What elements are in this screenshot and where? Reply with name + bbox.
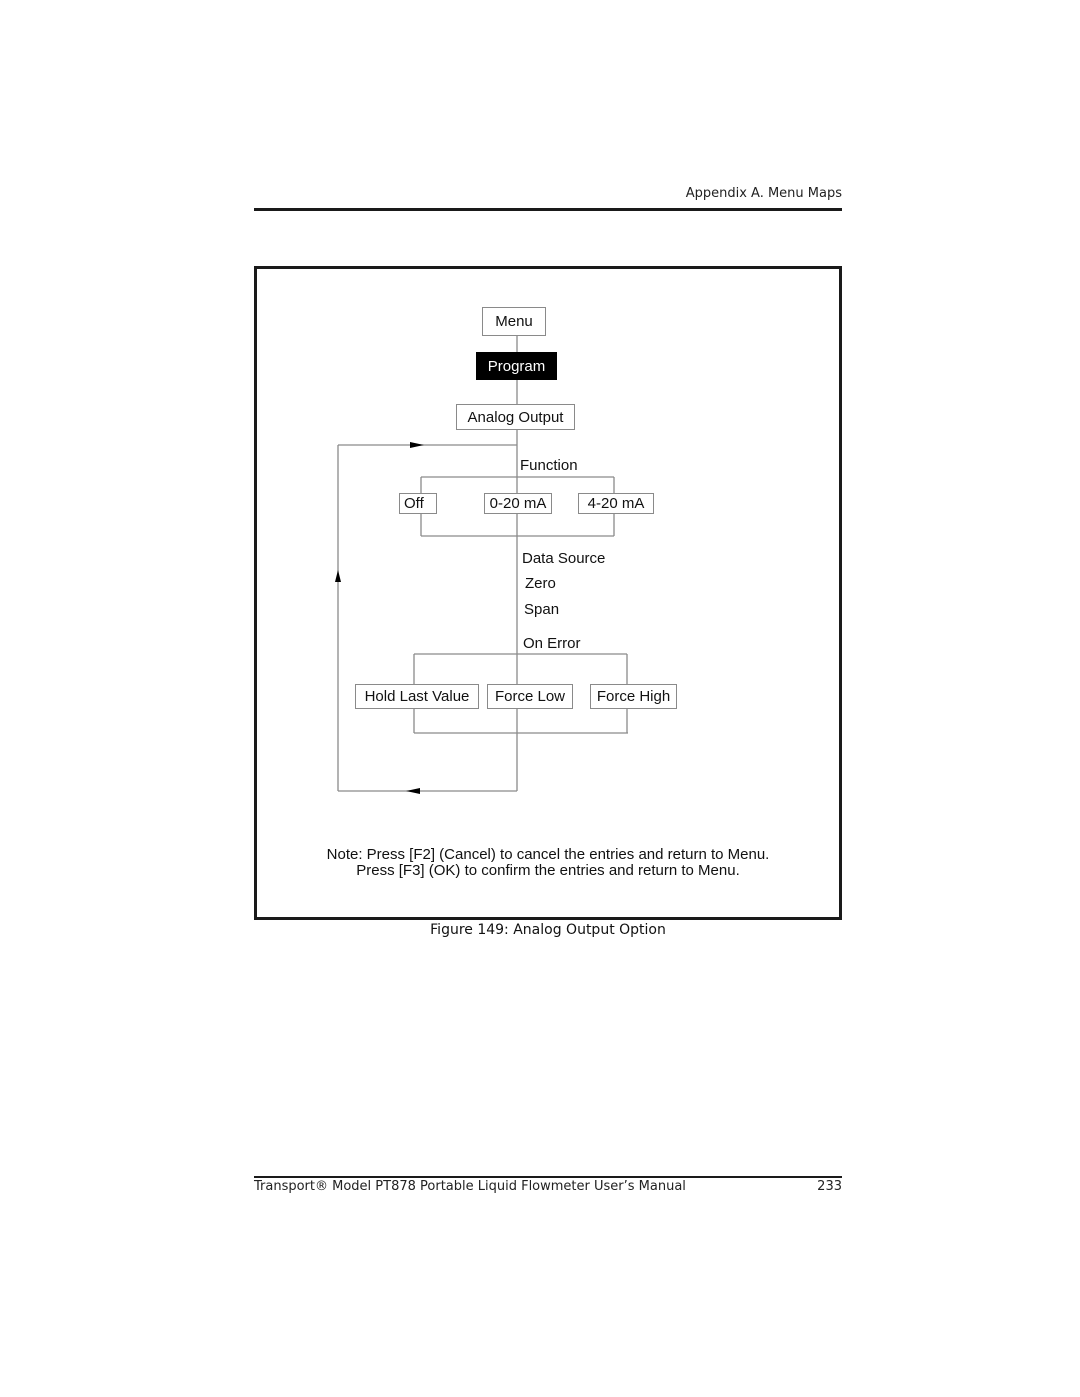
arrow-up-icon [335,570,341,582]
note-line-1: Note: Press [F2] (Cancel) to cancel the … [326,846,770,863]
function-option-0-20ma: 0-20 mA [484,493,552,514]
analog-output-box: Analog Output [456,404,575,430]
footer-manual-title: Transport® Model PT878 Portable Liquid F… [254,1179,686,1194]
program-box: Program [476,352,557,380]
arrow-right-icon [410,442,424,448]
error-option-force-high: Force High [590,684,677,709]
on-error-label: On Error [523,635,581,652]
step-zero: Zero [525,575,556,592]
error-option-force-low: Force Low [487,684,573,709]
function-label: Function [520,457,578,474]
menu-box: Menu [482,307,546,336]
footer-divider [254,1176,842,1178]
step-data-source: Data Source [522,550,606,567]
figure-caption: Figure 149: Analog Output Option [430,922,666,938]
function-option-off: Off [399,493,437,514]
footer-page-number: 233 [817,1179,842,1194]
function-option-4-20ma: 4-20 mA [578,493,654,514]
step-span: Span [524,601,560,618]
note-line-2: Press [F3] (OK) to confirm the entries a… [356,862,740,879]
arrow-left-icon [406,788,420,794]
error-option-hold-last-value: Hold Last Value [355,684,479,709]
